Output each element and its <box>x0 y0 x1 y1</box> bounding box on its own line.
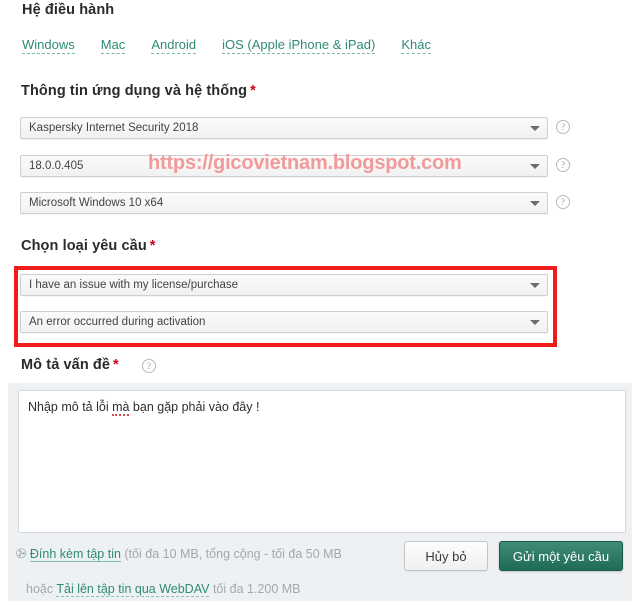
webdav-upload-row: hoặc Tải lên tập tin qua WebDAV tối đa 1… <box>26 582 301 597</box>
help-icon-operating-system[interactable]: ? <box>556 195 570 209</box>
select-request-category-value: I have an issue with my license/purchase <box>29 279 239 291</box>
select-operating-system-value: Microsoft Windows 10 x64 <box>29 197 164 209</box>
os-section-title-text: Hệ điều hành <box>22 2 115 18</box>
help-icon-description[interactable]: ? <box>142 359 156 373</box>
request-select-row-category: I have an issue with my license/purchase <box>20 274 548 296</box>
os-tab-ios[interactable]: iOS (Apple iPhone & iPad) <box>222 37 376 54</box>
select-operating-system[interactable]: Microsoft Windows 10 x64 <box>20 192 548 214</box>
select-product-value: Kaspersky Internet Security 2018 <box>29 122 199 134</box>
os-section-title: Hệ điều hành <box>22 2 114 18</box>
attach-file-link[interactable]: Đính kèm tập tin <box>29 547 121 562</box>
description-section-title-text: Mô tả vấn đề <box>21 357 111 373</box>
description-section-title: Mô tả vấn đề * <box>21 357 119 373</box>
help-icon-version[interactable]: ? <box>556 158 570 172</box>
description-text-after: bạn gặp phải vào đây ! <box>129 400 260 414</box>
description-textarea-text: Nhập mô tả lỗi mà bạn gặp phải vào đây ! <box>28 400 260 416</box>
app-section-title: Thông tin ứng dụng và hệ thống * <box>21 83 256 99</box>
cancel-button[interactable]: Hủy bỏ <box>404 541 488 571</box>
app-select-row-version: 18.0.0.405 <box>20 155 548 177</box>
select-product[interactable]: Kaspersky Internet Security 2018 <box>20 117 548 139</box>
webdav-suffix-text: tối đa 1.200 MB <box>209 582 301 596</box>
app-select-row-os: Microsoft Windows 10 x64 <box>20 192 548 214</box>
request-section-required-asterisk: * <box>149 238 156 254</box>
chevron-down-icon <box>530 201 540 206</box>
webdav-prefix-text: hoặc <box>26 582 57 596</box>
paperclip-icon: ✇ <box>13 544 30 563</box>
chevron-down-icon <box>530 320 540 325</box>
chevron-down-icon <box>530 164 540 169</box>
request-section-title: Chọn loại yêu cầu * <box>21 238 156 254</box>
os-tab-mac[interactable]: Mac <box>100 37 126 54</box>
select-version[interactable]: 18.0.0.405 <box>20 155 548 177</box>
attach-file-note: (tối đa 10 MB, tổng cộng - tối đa 50 MB <box>124 547 342 561</box>
request-section-title-text: Chọn loại yêu cầu <box>21 238 147 254</box>
webdav-upload-link[interactable]: Tải lên tập tin qua WebDAV <box>56 582 210 597</box>
os-tab-other[interactable]: Khác <box>401 37 431 54</box>
select-version-value: 18.0.0.405 <box>29 160 84 172</box>
chevron-down-icon <box>530 126 540 131</box>
attach-file-row: ✇Đính kèm tập tin (tối đa 10 MB, tổng cộ… <box>13 544 342 563</box>
os-tab-links: Windows Mac Android iOS (Apple iPhone & iPa… <box>22 36 431 56</box>
select-request-subcategory[interactable]: An error occurred during activation <box>20 311 548 333</box>
app-section-title-text: Thông tin ứng dụng và hệ thống <box>21 83 248 99</box>
description-text-misspelled: mà <box>112 400 130 416</box>
select-request-category[interactable]: I have an issue with my license/purchase <box>20 274 548 296</box>
chevron-down-icon <box>530 283 540 288</box>
request-select-row-subcategory: An error occurred during activation <box>20 311 548 333</box>
description-section-required-asterisk: * <box>113 357 119 373</box>
os-tab-windows[interactable]: Windows <box>22 37 75 54</box>
submit-request-button[interactable]: Gửi một yêu cầu <box>499 541 623 571</box>
help-icon-product[interactable]: ? <box>556 120 570 134</box>
app-section-required-asterisk: * <box>250 83 256 99</box>
app-select-row-product: Kaspersky Internet Security 2018 <box>20 117 548 139</box>
description-textarea[interactable]: Nhập mô tả lỗi mà bạn gặp phải vào đây ! <box>18 390 626 533</box>
support-request-form-page: Hệ điều hành Windows Mac Android iOS (Apple… <box>0 0 640 609</box>
select-request-subcategory-value: An error occurred during activation <box>29 316 206 328</box>
description-text-before: Nhập mô tả lỗi <box>28 400 113 414</box>
os-tab-android[interactable]: Android <box>151 37 197 54</box>
